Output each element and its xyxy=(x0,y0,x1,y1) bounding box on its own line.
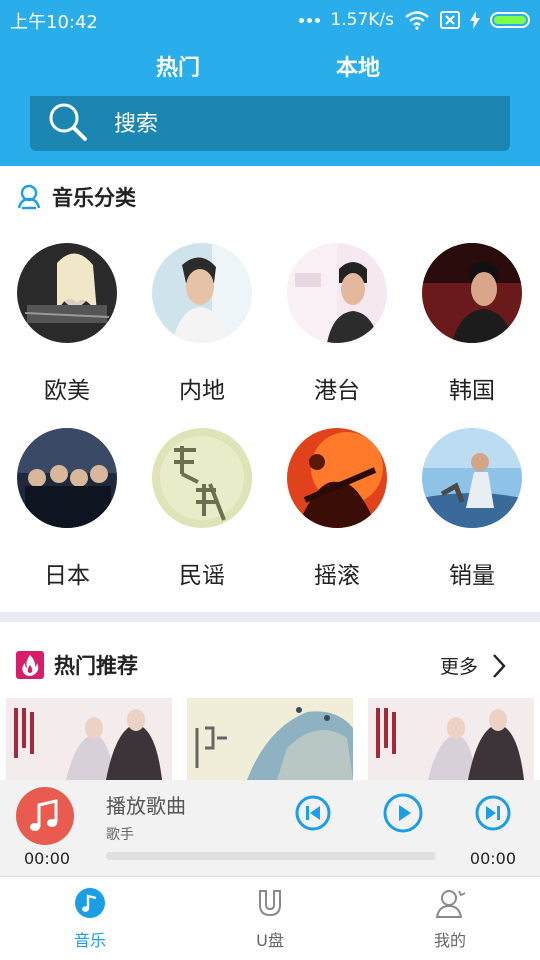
music-note-icon xyxy=(75,888,105,918)
hot-section-title: 热门推荐 xyxy=(54,654,138,678)
previous-button[interactable] xyxy=(294,794,332,832)
status-indicators: 1.57K/s xyxy=(299,8,530,32)
tab-hot[interactable]: 热门 xyxy=(156,50,200,82)
user-outline-icon xyxy=(17,184,41,210)
category-section-header: 音乐分类 xyxy=(16,182,136,212)
category-japan-image xyxy=(17,428,117,528)
play-button[interactable] xyxy=(382,792,424,834)
section-divider xyxy=(0,612,540,622)
time-current: 00:00 xyxy=(24,849,71,868)
more-dots-icon xyxy=(299,17,321,23)
nav-item-music[interactable]: 音乐 xyxy=(50,887,130,951)
udisk-icon xyxy=(259,890,281,917)
category-rock[interactable]: 摇滚 xyxy=(287,428,387,590)
category-japan-label: 日本 xyxy=(44,563,90,589)
network-speed: 1.57K/s xyxy=(330,10,394,30)
time-total: 00:00 xyxy=(469,849,516,868)
chevron-right-icon xyxy=(493,653,506,678)
category-folk[interactable]: 民谣 xyxy=(152,428,252,590)
song-title: 播放歌曲 xyxy=(106,794,186,818)
category-folk-label: 民谣 xyxy=(179,563,225,589)
more-button[interactable]: 更多 xyxy=(440,652,506,679)
tab-local[interactable]: 本地 xyxy=(336,50,380,82)
charging-icon xyxy=(470,11,480,29)
category-western-image xyxy=(17,243,117,343)
profile-icon xyxy=(435,890,466,918)
category-japan[interactable]: 日本 xyxy=(17,428,117,590)
top-tabs: 热门 本地 xyxy=(0,50,540,86)
category-sales[interactable]: 销量 xyxy=(422,428,522,590)
next-button[interactable] xyxy=(474,794,512,832)
category-sales-image xyxy=(422,428,522,528)
battery-level xyxy=(494,16,526,24)
search-label: 搜索 xyxy=(114,112,159,137)
nav-item-mine[interactable]: 我的 xyxy=(410,887,490,951)
category-section-title: 音乐分类 xyxy=(52,186,136,210)
nav-label-mine: 我的 xyxy=(433,931,466,950)
top-header: 上午10:42 1.57K/s 热门 本地 搜索 xyxy=(0,0,540,166)
category-korea[interactable]: 韩国 xyxy=(422,243,522,405)
category-sales-label: 销量 xyxy=(449,563,495,589)
progress-bar[interactable] xyxy=(106,852,436,860)
category-western-label: 欧美 xyxy=(44,378,90,404)
more-label: 更多 xyxy=(439,656,478,678)
category-folk-image xyxy=(152,428,252,528)
category-hk-tw-label: 港台 xyxy=(314,378,360,404)
nav-label-music: 音乐 xyxy=(73,931,106,950)
category-mainland-image xyxy=(152,243,252,343)
category-mainland[interactable]: 内地 xyxy=(152,243,252,405)
flame-icon xyxy=(16,651,44,679)
recommend-cover-3[interactable] xyxy=(368,698,534,780)
artist-name: 歌手 xyxy=(106,827,134,843)
status-bar: 上午10:42 1.57K/s xyxy=(0,0,540,40)
hot-section-header: 热门推荐 xyxy=(16,650,138,680)
search-bar[interactable]: 搜索 xyxy=(30,96,510,151)
battery-icon xyxy=(490,12,530,28)
bottom-nav: 音乐 U盘 我的 xyxy=(0,876,540,960)
search-icon xyxy=(49,103,87,141)
category-hk-tw-image xyxy=(287,243,387,343)
mini-player: 00:00 播放歌曲 歌手 00:00 xyxy=(0,780,540,876)
category-western[interactable]: 欧美 xyxy=(17,243,117,405)
category-hk-tw[interactable]: 港台 xyxy=(287,243,387,405)
recommend-cover-1[interactable] xyxy=(6,698,172,780)
no-sim-icon xyxy=(440,11,460,29)
album-disc[interactable] xyxy=(16,787,74,845)
category-rock-label: 摇滚 xyxy=(314,563,360,589)
nav-label-udisk: U盘 xyxy=(256,931,284,950)
category-rock-image xyxy=(287,428,387,528)
status-time: 上午10:42 xyxy=(10,12,98,33)
nav-item-udisk[interactable]: U盘 xyxy=(230,887,310,951)
wifi-icon xyxy=(405,11,429,30)
recommend-cover-2[interactable] xyxy=(187,698,353,780)
category-mainland-label: 内地 xyxy=(179,378,225,404)
category-korea-label: 韩国 xyxy=(449,378,495,404)
music-note-icon xyxy=(30,799,58,831)
category-korea-image xyxy=(422,243,522,343)
